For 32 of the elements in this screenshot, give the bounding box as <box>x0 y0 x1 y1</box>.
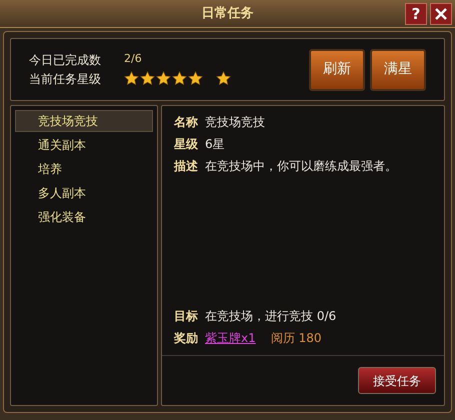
task-star-level: 6星 <box>205 136 225 153</box>
task-item[interactable]: 竞技场竞技 <box>15 110 153 132</box>
star-icon <box>124 71 139 86</box>
field-label: 描述 <box>174 158 198 175</box>
task-name: 竞技场竞技 <box>205 114 265 131</box>
star-icon <box>172 71 187 86</box>
close-button[interactable] <box>430 3 452 25</box>
close-icon <box>434 7 448 21</box>
star-icon <box>156 71 171 86</box>
star-icon <box>140 71 155 86</box>
task-item[interactable]: 多人副本 <box>15 182 153 204</box>
help-button[interactable]: ? <box>405 3 427 25</box>
task-item[interactable]: 培养 <box>15 158 153 180</box>
reward-text: 阅历 180 <box>270 330 322 347</box>
field-label: 星级 <box>174 136 198 153</box>
star-icon <box>216 71 231 86</box>
window-title: 日常任务 <box>202 4 254 23</box>
completed-count: 2/6 <box>124 51 142 68</box>
field-label: 目标 <box>174 308 198 325</box>
field-label: 名称 <box>174 114 198 131</box>
star-icon <box>188 71 203 86</box>
task-goal: 在竞技场，进行竞技 0/6 <box>205 308 336 325</box>
field-label: 奖励 <box>174 330 198 347</box>
task-item[interactable]: 通关副本 <box>15 134 153 156</box>
task-item[interactable]: 强化装备 <box>15 206 153 228</box>
action-button[interactable]: 刷新 <box>309 48 365 90</box>
action-button[interactable]: 满星 <box>370 48 426 90</box>
completed-label: 今日已完成数 <box>29 52 102 68</box>
reward-link[interactable]: 紫玉牌x1 <box>205 329 256 347</box>
stars-label: 当前任务星级 <box>29 70 102 88</box>
accept-task-button[interactable]: 接受任务 <box>358 367 436 394</box>
task-description: 在竞技场中，你可以磨练成最强者。 <box>205 158 397 175</box>
